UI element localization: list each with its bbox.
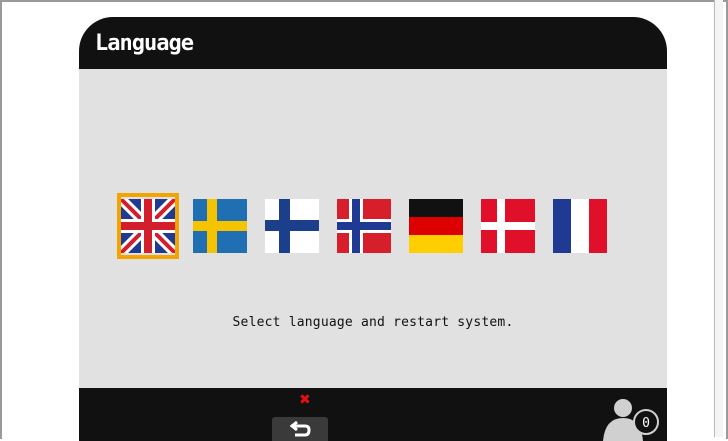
flag-button-germany[interactable] (405, 193, 467, 259)
red-x-icon: ✖ (299, 392, 311, 408)
scrollbar-track[interactable] (714, 0, 723, 437)
flag-finland-icon (265, 199, 319, 253)
flag-norway-icon (337, 199, 391, 253)
flag-button-norway[interactable] (333, 193, 395, 259)
back-button[interactable] (272, 417, 328, 441)
flag-uk-icon (121, 199, 175, 253)
flag-button-finland[interactable] (261, 193, 323, 259)
device-screen: Language Select language and restart sys… (79, 17, 667, 441)
footer-bar: ✖ 0 (79, 388, 667, 441)
flag-button-uk[interactable] (117, 193, 179, 259)
flag-france-icon (553, 199, 607, 253)
flag-sweden-icon (193, 199, 247, 253)
flag-button-denmark[interactable] (477, 193, 539, 259)
user-badge-count: 0 (642, 416, 650, 431)
flag-denmark-icon (481, 199, 535, 253)
user-icon[interactable]: 0 (597, 388, 667, 441)
flag-germany-icon (409, 199, 463, 253)
instruction-text: Select language and restart system. (232, 315, 514, 330)
content-panel: Select language and restart system. (79, 69, 667, 388)
flag-button-sweden[interactable] (189, 193, 251, 259)
flag-button-france[interactable] (549, 193, 611, 259)
back-arrow-icon (290, 420, 311, 437)
page-title: Language (95, 31, 194, 56)
